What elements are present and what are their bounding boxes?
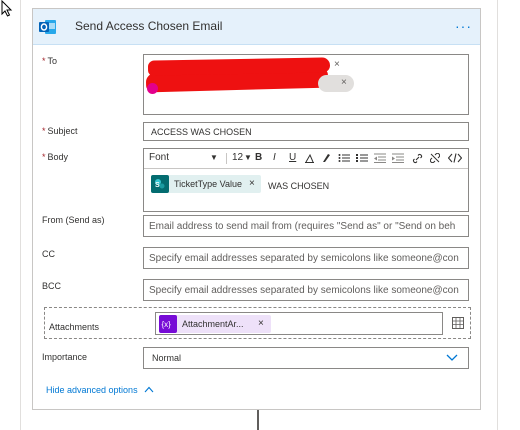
attachments-array-box: Attachments {x} AttachmentAr... × <box>44 307 471 339</box>
avatar <box>147 83 158 94</box>
remove-token-icon[interactable]: × <box>249 178 255 189</box>
outlook-icon <box>39 20 56 34</box>
token-label: TicketType Value <box>174 179 243 189</box>
font-size-dropdown-icon[interactable]: ▼ <box>244 153 252 162</box>
svg-text:S: S <box>155 182 160 189</box>
body-label: * Body <box>42 152 69 162</box>
body-editor[interactable]: Font ▼ 12 ▼ B I U S TicketType Value × W… <box>143 148 469 212</box>
card-header[interactable]: Send Access Chosen Email ··· <box>33 9 480 45</box>
underline-button[interactable]: U <box>289 152 296 163</box>
increase-indent-icon[interactable] <box>392 153 404 163</box>
numbered-list-icon[interactable] <box>356 153 368 163</box>
switch-to-array-icon[interactable] <box>452 317 464 329</box>
attachments-input[interactable]: {x} AttachmentAr... × <box>155 312 443 335</box>
highlight-icon[interactable] <box>321 153 331 163</box>
sharepoint-icon: S <box>151 175 169 193</box>
bold-button[interactable]: B <box>255 152 262 163</box>
bullet-list-icon[interactable] <box>338 153 350 163</box>
variable-icon: {x} <box>159 315 177 333</box>
cc-label: CC <box>42 249 55 259</box>
remove-recipient-icon[interactable]: × <box>341 77 347 88</box>
mouse-cursor-icon <box>1 0 13 17</box>
to-label: * To <box>42 56 58 66</box>
remove-recipient-icon[interactable]: × <box>334 59 340 70</box>
subject-label: * Subject <box>42 126 78 136</box>
link-icon[interactable] <box>412 153 423 164</box>
hide-advanced-options-link[interactable]: Hide advanced options <box>46 385 154 395</box>
font-family-dropdown-icon[interactable]: ▼ <box>210 153 218 162</box>
attachment-token[interactable]: {x} AttachmentAr... × <box>159 315 271 333</box>
rich-text-toolbar: Font ▼ 12 ▼ B I U <box>144 149 468 169</box>
bcc-label: BCC <box>42 281 62 291</box>
bcc-input[interactable]: Specify email addresses separated by sem… <box>143 279 469 301</box>
importance-select[interactable]: Normal <box>143 347 469 369</box>
from-label: From (Send as) <box>42 215 105 225</box>
more-options-button[interactable]: ··· <box>455 18 472 34</box>
remove-token-icon[interactable]: × <box>258 318 264 329</box>
token-label: AttachmentAr... <box>182 319 244 329</box>
importance-label: Importance <box>42 352 88 362</box>
unlink-icon[interactable] <box>430 153 440 163</box>
card-title[interactable]: Send Access Chosen Email <box>75 19 222 33</box>
right-connector-line <box>497 0 498 430</box>
attachments-label: Attachments <box>49 322 100 332</box>
code-view-icon[interactable] <box>448 153 462 163</box>
to-field[interactable]: × × <box>143 54 469 115</box>
font-color-icon[interactable] <box>305 154 314 163</box>
cc-input[interactable]: Specify email addresses separated by sem… <box>143 247 469 269</box>
from-input[interactable]: Email address to send mail from (require… <box>143 215 469 237</box>
ticket-type-token[interactable]: S TicketType Value × <box>151 175 261 193</box>
redaction-mark <box>147 57 331 76</box>
chevron-up-icon <box>144 386 154 393</box>
italic-button[interactable]: I <box>273 152 276 163</box>
chevron-down-icon <box>446 354 458 361</box>
body-text: WAS CHOSEN <box>268 181 330 191</box>
subject-input[interactable]: ACCESS WAS CHOSEN <box>143 122 469 141</box>
font-size-select[interactable]: 12 <box>232 152 243 163</box>
svg-text:{x}: {x} <box>162 320 172 329</box>
font-family-select[interactable]: Font <box>149 152 169 163</box>
left-connector-line <box>20 0 21 430</box>
recipient-token <box>318 75 354 92</box>
flow-connector-line <box>257 410 259 430</box>
decrease-indent-icon[interactable] <box>374 153 386 163</box>
toolbar-separator <box>226 153 227 164</box>
action-card: Send Access Chosen Email ··· * To × × * Su… <box>32 8 481 410</box>
